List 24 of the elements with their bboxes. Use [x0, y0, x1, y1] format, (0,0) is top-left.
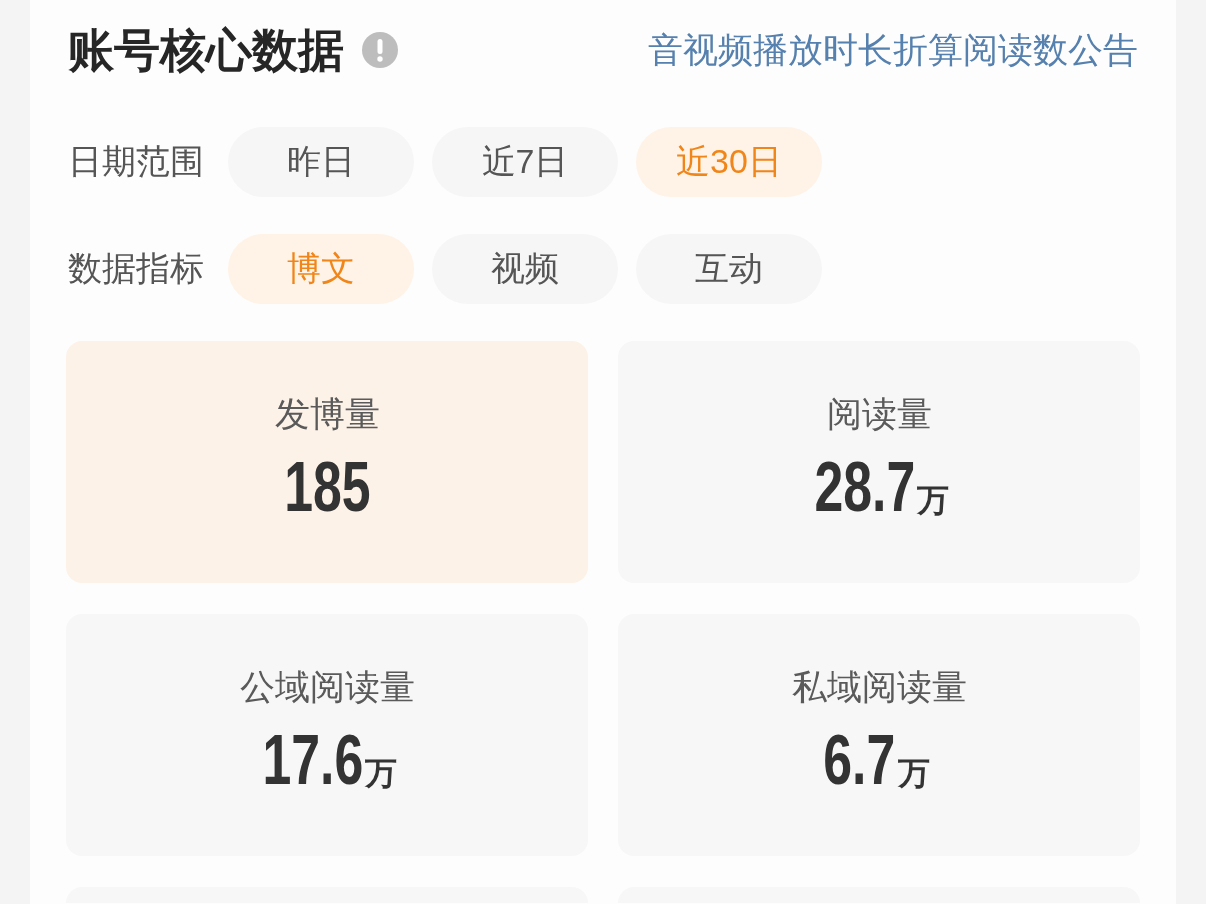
stat-card[interactable]: 私域阅读量 6.7万	[618, 614, 1140, 856]
stat-value: 6.7	[823, 725, 896, 795]
stat-card[interactable]: 发博量 185	[66, 341, 588, 583]
stat-unit: 万	[917, 484, 950, 516]
stat-label: 发博量	[274, 393, 380, 435]
exclamation-circle-icon[interactable]	[362, 32, 398, 68]
announcement-link[interactable]: 音视频播放时长折算阅读数公告	[648, 28, 1138, 72]
stat-value: 17.6	[262, 725, 364, 795]
stat-label: 阅读量	[826, 393, 932, 435]
stat-value: 185	[283, 452, 371, 522]
stat-unit: 万	[897, 757, 930, 789]
stat-value: 28.7	[814, 452, 916, 522]
filter-pill[interactable]: 视频	[432, 234, 618, 304]
filter-label: 数据指标	[68, 248, 205, 289]
section-title: 账号核心数据	[68, 23, 344, 78]
stat-label: 私域阅读量	[791, 666, 967, 708]
stat-unit: 万	[365, 757, 398, 789]
stat-label: 公域阅读量	[239, 666, 415, 708]
filter-pill[interactable]: 近7日	[432, 127, 618, 197]
stat-card[interactable]: 公域阅读量 17.6万	[66, 614, 588, 856]
filter-pill[interactable]: 昨日	[228, 127, 414, 197]
stat-card[interactable]: 阅读量 28.7万	[618, 341, 1140, 583]
filter-pill[interactable]: 互动	[636, 234, 822, 304]
filter-label: 日期范围	[68, 141, 205, 182]
